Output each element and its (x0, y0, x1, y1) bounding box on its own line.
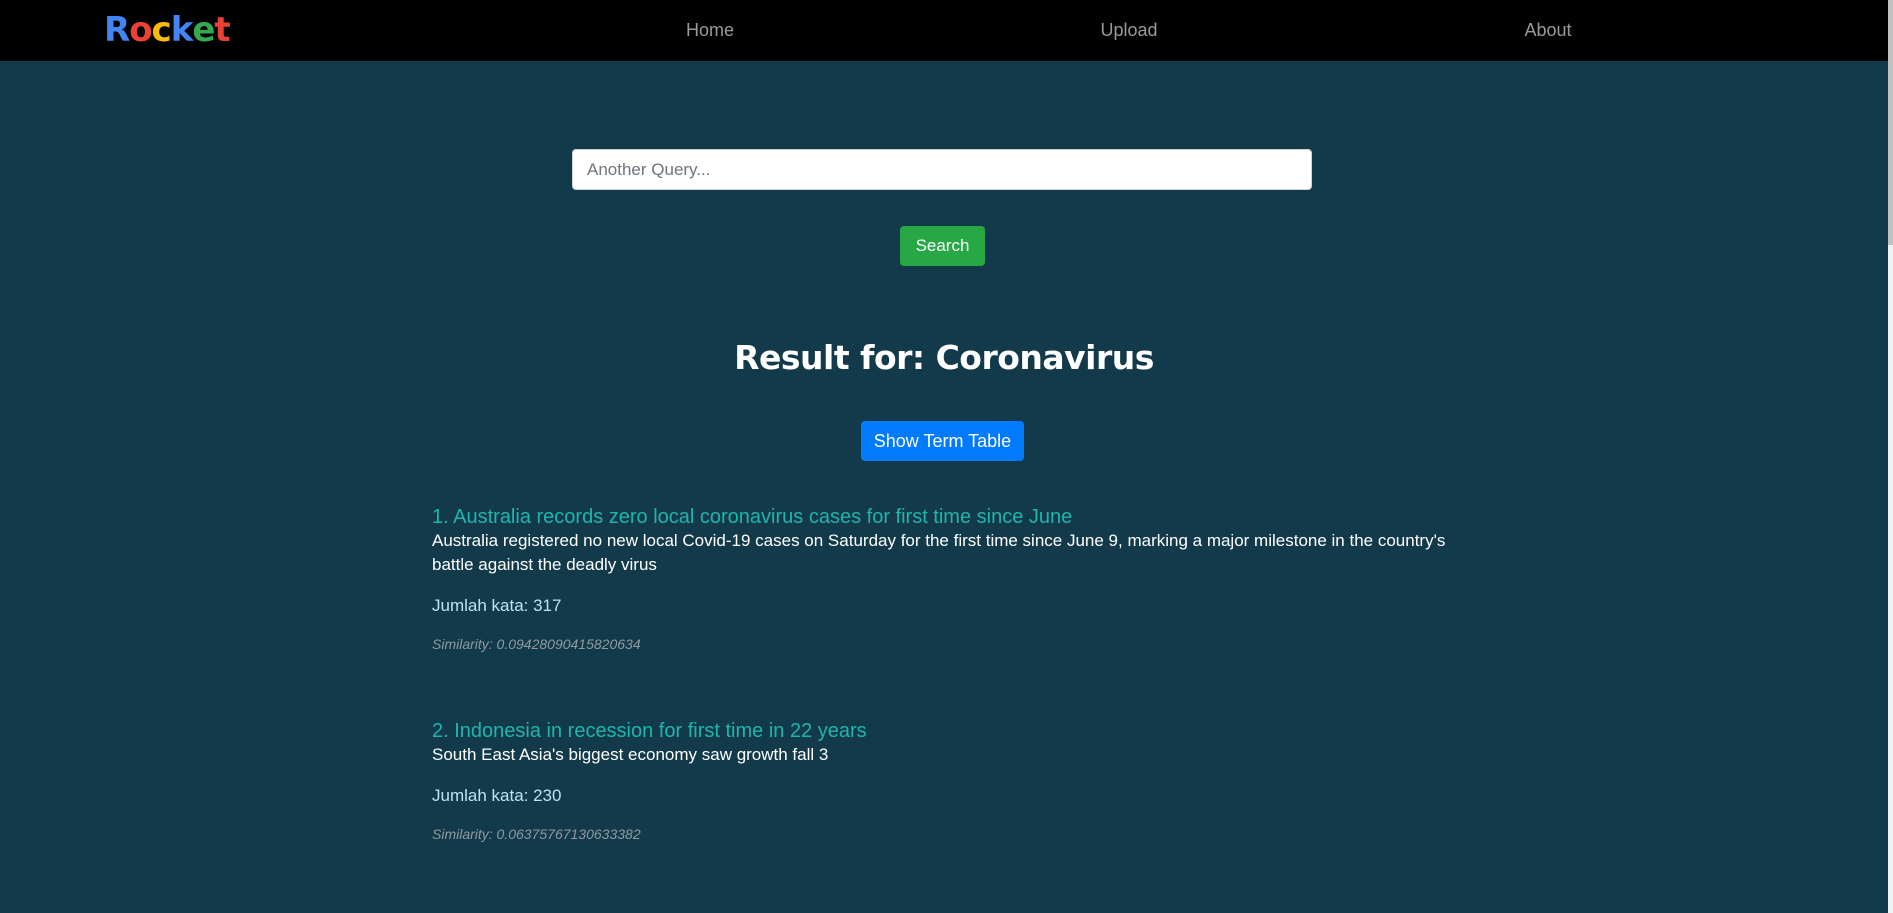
brand-letter: c (151, 10, 172, 50)
navbar: Rocket Home Upload About (0, 0, 1888, 61)
brand-letter: t (214, 10, 230, 50)
brand-letter: R (104, 10, 130, 50)
result-similarity: Similarity: 0.06375767130633382 (432, 826, 641, 842)
result-description: South East Asia's biggest economy saw gr… (432, 745, 829, 764)
result-item: 1. Australia records zero local coronavi… (432, 505, 1452, 654)
scrollbar-thumb[interactable] (1888, 0, 1893, 245)
result-title-link[interactable]: 1. Australia records zero local coronavi… (432, 505, 1452, 529)
search-input[interactable] (572, 149, 1312, 190)
result-heading: Result for: Coronavirus (734, 338, 1154, 377)
result-word-count: Jumlah kata: 317 (432, 596, 562, 615)
brand-letter: o (129, 10, 152, 50)
result-item: 2. Indonesia in recession for first time… (432, 719, 1452, 844)
brand-letter: k (170, 10, 194, 50)
search-button[interactable]: Search (900, 226, 985, 266)
result-description: Australia registered no new local Covid-… (432, 531, 1446, 574)
nav-link-upload[interactable]: Upload (1100, 20, 1157, 41)
result-title-link[interactable]: 2. Indonesia in recession for first time… (432, 719, 1452, 743)
brand-letter: e (192, 10, 215, 50)
show-term-table-button[interactable]: Show Term Table (861, 421, 1024, 461)
nav-link-about[interactable]: About (1524, 20, 1571, 41)
result-similarity: Similarity: 0.09428090415820634 (432, 636, 641, 652)
brand-logo[interactable]: Rocket (104, 10, 231, 50)
result-word-count: Jumlah kata: 230 (432, 786, 562, 805)
nav-link-home[interactable]: Home (686, 20, 734, 41)
page-scrollbar[interactable] (1888, 0, 1893, 913)
